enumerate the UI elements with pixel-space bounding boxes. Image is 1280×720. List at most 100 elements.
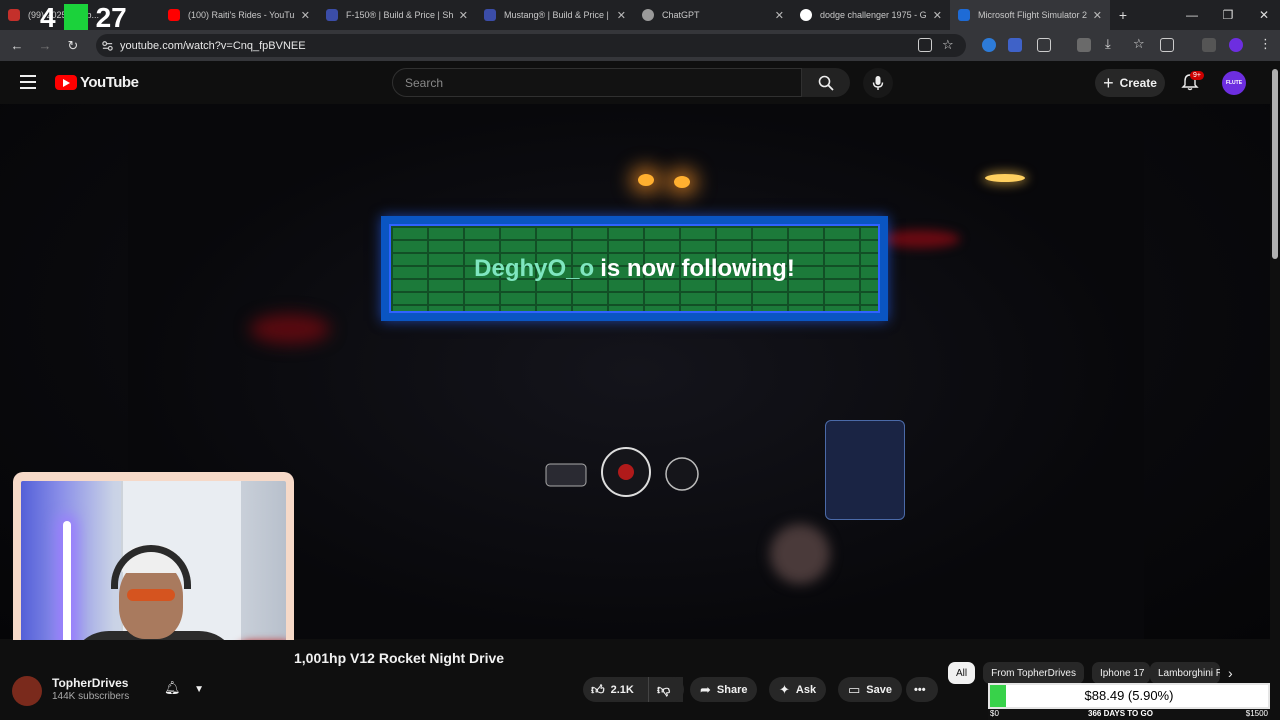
- tab-close-icon[interactable]: ✕: [775, 9, 784, 22]
- search-input[interactable]: Search: [392, 68, 802, 97]
- download-icon[interactable]: ⤓: [1105, 36, 1111, 52]
- tab-close-icon[interactable]: ✕: [933, 9, 942, 22]
- tab-favicon: [8, 9, 20, 21]
- chevron-down-icon: ▼: [194, 684, 205, 695]
- chip-lamborghini[interactable]: Lamborghini Revuelto: [1149, 662, 1220, 684]
- back-arrow-icon[interactable]: ←: [3, 38, 31, 53]
- red-ambient-light: [880, 230, 960, 248]
- scrollbar-thumb[interactable]: [1272, 69, 1278, 259]
- goal-days-left: 366 DAYS TO GO: [1088, 709, 1153, 718]
- tab-label: F-150® | Build & Price | Sh: [346, 10, 453, 20]
- bell-icon: 🔔︎: [164, 680, 181, 695]
- share-button[interactable]: ➦ Share: [690, 677, 758, 702]
- tab-close-icon[interactable]: ✕: [617, 9, 626, 22]
- like-count: 2.1K: [610, 683, 634, 696]
- profile-avatar-icon[interactable]: [1229, 38, 1243, 52]
- account-avatar[interactable]: FLUTE: [1222, 71, 1246, 95]
- dislike-button[interactable]: 👎︎: [648, 677, 684, 702]
- microphone-icon: [872, 76, 884, 90]
- goal-min: $0: [990, 709, 999, 718]
- address-bar[interactable]: youtube.com/watch?v=Cnq_fpBVNEE: [96, 34, 966, 57]
- video-info-area: 1,001hp V12 Rocket Night Drive TopherDri…: [0, 640, 1280, 720]
- tab-label: (100) Raiti's Rides - YouTub: [188, 10, 295, 20]
- close-window-button[interactable]: ✕: [1246, 8, 1280, 22]
- extensions-puzzle-icon[interactable]: [1037, 38, 1051, 52]
- kick-logo-icon: [63, 4, 88, 32]
- browser-menu-icon[interactable]: ⋮: [1259, 36, 1272, 52]
- window-controls: — ❐ ✕: [1174, 0, 1280, 30]
- thumbs-down-icon: 👎︎: [657, 681, 671, 697]
- page-scrollbar[interactable]: [1270, 61, 1280, 720]
- save-button[interactable]: ▭ Save: [838, 677, 902, 702]
- tab-close-icon[interactable]: ✕: [1093, 9, 1102, 22]
- chip-all[interactable]: All: [948, 662, 976, 684]
- search-placeholder: Search: [405, 75, 444, 90]
- phone-mount-screen: [825, 420, 905, 520]
- more-actions-button[interactable]: •••: [906, 677, 938, 702]
- create-button[interactable]: + Create: [1095, 69, 1165, 97]
- browser-toolbar: ← → ↻ youtube.com/watch?v=Cnq_fpBVNEE ☆ …: [0, 30, 1280, 61]
- tab-favicon: [800, 9, 812, 21]
- minimize-button[interactable]: —: [1174, 8, 1210, 22]
- sparkle-icon: ✦: [779, 681, 790, 697]
- chip-iphone[interactable]: Iphone 17: [1091, 662, 1150, 684]
- hamburger-menu-icon[interactable]: [20, 75, 36, 89]
- extension-icon[interactable]: [982, 38, 996, 52]
- youtube-logo[interactable]: YouTube: [55, 74, 139, 91]
- share-label: Share: [716, 683, 748, 696]
- cast-icon[interactable]: [918, 38, 932, 52]
- channel-avatar[interactable]: [12, 676, 42, 706]
- search-button[interactable]: [802, 68, 850, 97]
- tab-label: ChatGPT: [662, 10, 700, 20]
- url-text: youtube.com/watch?v=Cnq_fpBVNEE: [120, 39, 306, 52]
- chevron-right-icon[interactable]: ›: [1228, 665, 1233, 681]
- tab-favicon: [168, 9, 180, 21]
- donation-goal-bar: $88.49 (5.90%): [988, 683, 1270, 709]
- browser-tab[interactable]: ChatGPT ✕: [634, 0, 792, 30]
- create-label: Create: [1119, 76, 1157, 90]
- tab-favicon: [484, 9, 496, 21]
- dome-light: [638, 174, 654, 186]
- ask-button[interactable]: ✦ Ask: [769, 677, 827, 702]
- notification-count-badge: 9+: [1190, 71, 1204, 80]
- browser-tab[interactable]: Mustang® | Build & Price | ✕: [476, 0, 634, 30]
- forward-arrow-icon[interactable]: →: [31, 38, 59, 53]
- browser-tab-strip: (99) 2025 Lamb... (100) Raiti's Rides - …: [0, 0, 1280, 30]
- thumbs-up-icon: 👍︎: [591, 681, 605, 697]
- related-chips: All From TopherDrives Iphone 17 Lamborgh…: [948, 662, 1233, 684]
- tab-favicon: [958, 9, 970, 21]
- new-tab-button[interactable]: +: [1110, 7, 1136, 23]
- reload-icon[interactable]: ↻: [59, 38, 87, 54]
- browser-tab[interactable]: dodge challenger 1975 - G ✕: [792, 0, 950, 30]
- site-info-icon[interactable]: [101, 39, 114, 52]
- extension-icon[interactable]: [1077, 38, 1091, 52]
- extension-icon[interactable]: [1008, 38, 1022, 52]
- menu-list-icon[interactable]: [1202, 38, 1216, 52]
- favorites-icon[interactable]: ☆: [1133, 36, 1145, 52]
- tab-favicon: [326, 9, 338, 21]
- browser-tab[interactable]: (100) Raiti's Rides - YouTub ✕: [160, 0, 318, 30]
- account-avatar-text: FLUTE: [1225, 80, 1243, 86]
- subscription-bell-button[interactable]: 🔔︎ ▼: [164, 680, 204, 696]
- channel-name[interactable]: TopherDrives: [52, 676, 128, 690]
- browser-tab[interactable]: F-150® | Build & Price | Sh ✕: [318, 0, 476, 30]
- goal-max: $1500: [1245, 709, 1268, 718]
- driver-hand: [770, 524, 830, 584]
- tab-close-icon[interactable]: ✕: [459, 9, 468, 22]
- maximize-button[interactable]: ❐: [1210, 8, 1246, 22]
- chip-from-channel[interactable]: From TopherDrives: [983, 662, 1084, 684]
- alert-message: is now following!: [600, 254, 795, 282]
- save-label: Save: [866, 683, 892, 696]
- voice-search-button[interactable]: [863, 68, 893, 98]
- tab-favicon: [642, 9, 654, 21]
- more-icon: •••: [914, 683, 926, 696]
- bookmark-star-icon[interactable]: ☆: [942, 37, 954, 53]
- ask-label: Ask: [795, 683, 817, 696]
- collections-icon[interactable]: [1160, 38, 1174, 52]
- youtube-play-icon: [55, 75, 77, 90]
- tab-label: Mustang® | Build & Price |: [504, 10, 609, 20]
- browser-tab-active[interactable]: Microsoft Flight Simulator 2 ✕: [950, 0, 1110, 30]
- youtube-logo-text: YouTube: [80, 74, 139, 91]
- video-title: 1,001hp V12 Rocket Night Drive: [294, 650, 505, 666]
- tab-close-icon[interactable]: ✕: [301, 9, 310, 22]
